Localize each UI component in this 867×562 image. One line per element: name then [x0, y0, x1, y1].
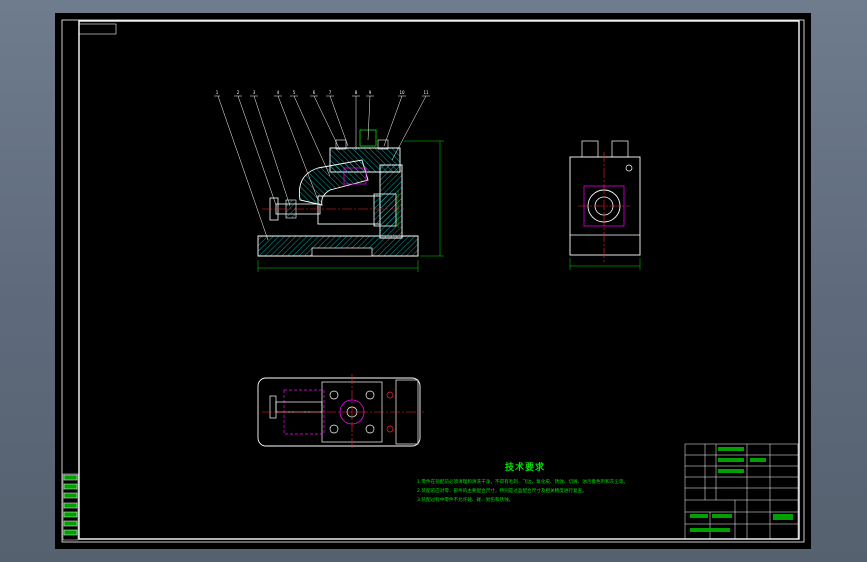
- part-balloon-3: 3: [253, 90, 256, 95]
- revision-strip: [62, 473, 79, 541]
- part-balloon-4: 4: [277, 90, 280, 95]
- drawing-viewport: 1 2 3 4 5 6 7 8 9 10 11: [55, 13, 811, 549]
- technical-requirement-1: 1.零件在装配前必须清理和清洗干净，不得有毛刺、飞边、氧化皮、锈蚀、切屑、油污着…: [417, 480, 629, 485]
- part-balloon-7: 7: [329, 90, 332, 95]
- part-balloon-8: 8: [355, 90, 358, 95]
- part-balloon-6: 6: [313, 90, 316, 95]
- technical-requirement-3: 3.装配过程中零件不允许磕、碰、划伤和锈蚀。: [417, 498, 514, 503]
- part-balloon-1: 1: [216, 90, 219, 95]
- technical-requirement-2: 2.装配前应对零、部件的主要配合尺寸，特别是过盈配合尺寸及相关精度进行复查。: [417, 489, 587, 494]
- part-balloon-9: 9: [369, 90, 372, 95]
- technical-requirements-title: 技术要求: [504, 463, 545, 473]
- part-balloon-10: 10: [399, 90, 405, 95]
- part-balloon-11: 11: [423, 90, 429, 95]
- part-balloon-5: 5: [293, 90, 296, 95]
- drawing-sheet: [55, 13, 811, 549]
- base-relief: [311, 247, 373, 257]
- part-balloon-2: 2: [237, 90, 240, 95]
